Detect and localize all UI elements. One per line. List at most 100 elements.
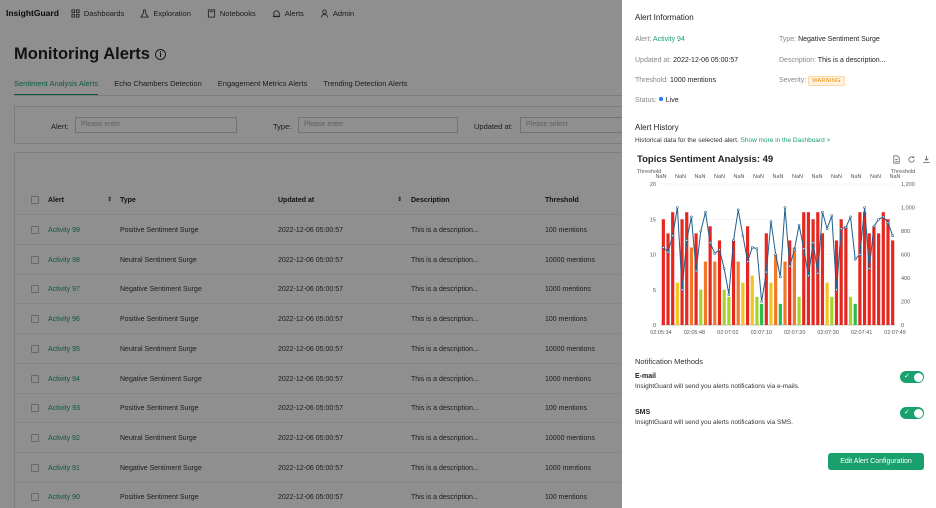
threshold-value: 1000 mentions xyxy=(670,77,716,84)
line-point xyxy=(793,248,796,252)
x-tick-label: 02:07:10 xyxy=(751,330,772,336)
line-point xyxy=(807,274,810,277)
left-tick-label: 20 xyxy=(650,182,656,188)
chart-bar xyxy=(802,212,806,325)
updated-field: Updated at: 2022-12-06 05:00:57 xyxy=(635,57,738,64)
line-point xyxy=(671,234,675,237)
x-tick-label: 02:07:02 xyxy=(717,330,738,336)
line-point xyxy=(867,267,871,270)
notification-title: Notification Methods xyxy=(635,357,703,366)
chart-bar xyxy=(722,289,726,325)
right-tick-label: 200 xyxy=(901,300,910,306)
top-label: NaN xyxy=(792,174,803,180)
chart-bar xyxy=(853,303,857,325)
status-key: Status: xyxy=(635,97,657,104)
sms-toggle[interactable]: ✓ xyxy=(900,407,924,419)
alert-value[interactable]: Activity 94 xyxy=(653,36,685,43)
edit-alert-configuration-button[interactable]: Edit Alert Configuration xyxy=(828,453,924,470)
x-tick-label: 02:07:41 xyxy=(851,330,872,336)
email-toggle[interactable]: ✓ xyxy=(900,371,924,383)
right-tick-label: 600 xyxy=(901,253,910,259)
left-tick-label: 5 xyxy=(653,288,656,294)
line-point xyxy=(732,239,735,242)
check-icon: ✓ xyxy=(904,409,910,416)
status-field: Status: Live xyxy=(635,97,679,104)
chart-bar xyxy=(844,226,848,325)
email-method-title: E-mail xyxy=(635,373,657,380)
line-point xyxy=(666,250,670,254)
line-point xyxy=(713,252,717,255)
status-value: Live xyxy=(665,97,679,104)
line-point xyxy=(750,246,754,249)
chart-bar xyxy=(774,254,778,325)
top-label: NaN xyxy=(811,174,822,180)
chart-bar xyxy=(811,219,815,325)
severity-badge: WARNING xyxy=(808,76,845,86)
x-tick-label: 02:07:49 xyxy=(884,330,905,336)
x-tick-label: 02:05:48 xyxy=(684,330,705,336)
line-point xyxy=(849,215,852,219)
chart-bar xyxy=(797,296,801,325)
chart-bar xyxy=(703,261,708,325)
left-tick-label: 10 xyxy=(650,253,656,259)
chart-bar xyxy=(713,261,717,325)
line-point xyxy=(727,293,731,296)
line-point xyxy=(839,227,843,230)
top-label: NaN xyxy=(772,174,783,180)
chart-bar xyxy=(820,233,825,325)
type-value: Negative Sentiment Surge xyxy=(798,36,880,43)
chart-bar xyxy=(699,289,703,325)
x-tick-label: 02:07:30 xyxy=(817,330,838,336)
description-key: Description: xyxy=(779,57,816,64)
line-point xyxy=(797,223,801,227)
chart-bar xyxy=(783,261,787,325)
threshold-field: Threshold: 1000 mentions xyxy=(635,77,716,84)
line-point xyxy=(741,234,745,237)
line-point xyxy=(690,215,693,219)
right-tick-label: 1,200 xyxy=(901,182,915,188)
right-tick-label: 400 xyxy=(901,276,910,282)
line-point xyxy=(685,239,689,242)
line-point xyxy=(886,221,890,225)
chart-bar xyxy=(891,240,895,325)
chart-bar xyxy=(872,226,876,325)
type-key: Type: xyxy=(779,36,797,43)
top-label: NaN xyxy=(694,174,705,180)
chart-bar xyxy=(694,233,698,325)
right-tick-label: 0 xyxy=(901,323,904,329)
threshold-key: Threshold: xyxy=(635,77,669,84)
line-point xyxy=(783,206,787,209)
line-point xyxy=(774,253,777,256)
chart-bar xyxy=(755,296,759,325)
modal-overlay[interactable] xyxy=(0,0,622,508)
line-point xyxy=(680,288,684,292)
description-value: This is a description... xyxy=(817,57,886,64)
line-point xyxy=(662,246,665,249)
chart-bar xyxy=(760,303,764,325)
top-label: NaN xyxy=(850,174,861,180)
x-tick-label: 02:05:34 xyxy=(650,330,671,336)
dashboard-link[interactable]: Show more in the Dashboard > xyxy=(741,137,831,144)
chart-bar xyxy=(778,303,782,325)
chart-svg: Threshold Threshold0510152002004006008001… xyxy=(637,169,915,336)
line-point xyxy=(858,253,862,256)
chart-bar xyxy=(825,282,829,325)
line-point xyxy=(882,215,885,219)
chart-bar xyxy=(675,282,679,325)
chart-bar xyxy=(689,247,694,325)
type-field: Type: Negative Sentiment Surge xyxy=(779,36,880,43)
sms-method-description: InsightGuard will send you alerts notifi… xyxy=(635,419,793,426)
line-point xyxy=(769,220,773,223)
top-label: NaN xyxy=(753,174,764,180)
line-point xyxy=(760,300,763,303)
alert-history-description: Historical data for the selected alert. … xyxy=(635,137,830,144)
updated-key: Updated at: xyxy=(635,57,672,64)
chart-bar xyxy=(886,219,890,325)
updated-value: 2022-12-06 05:00:57 xyxy=(673,57,739,64)
line-point xyxy=(676,206,679,209)
line-point xyxy=(694,269,698,273)
line-point xyxy=(765,270,768,274)
left-tick-label: 0 xyxy=(653,323,656,329)
top-label: NaN xyxy=(675,174,686,180)
chart-bar xyxy=(769,282,773,325)
